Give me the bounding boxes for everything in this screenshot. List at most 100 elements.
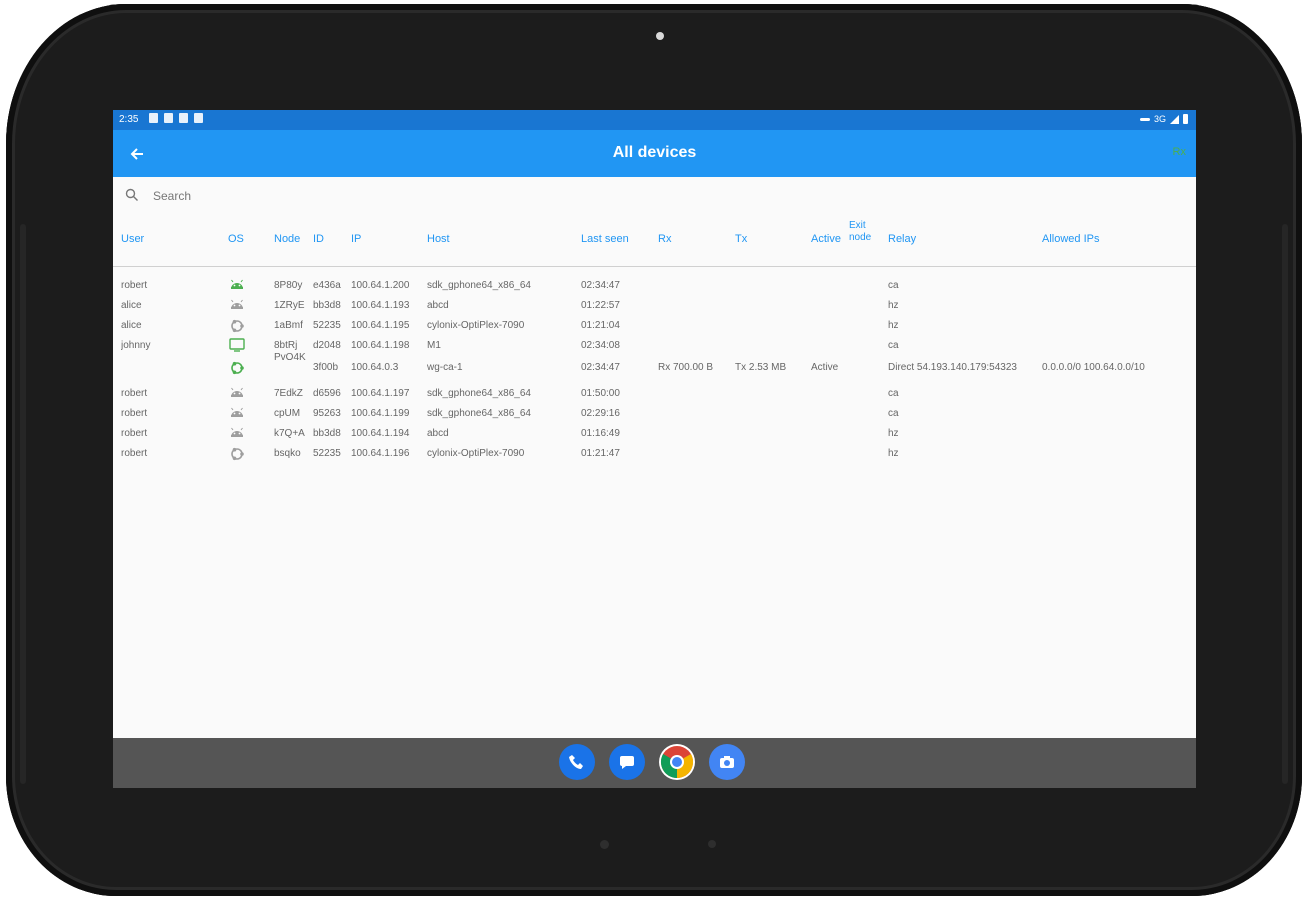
column-header-user[interactable]: User — [121, 233, 144, 245]
cell-id: 52235 — [313, 320, 341, 331]
search-bar — [123, 184, 823, 208]
cell-ip: 100.64.1.193 — [351, 300, 410, 311]
navigation-bar — [113, 738, 1196, 788]
cell-node: 7EdkZ — [274, 388, 303, 399]
cell-rx: Rx 700.00 B — [658, 362, 714, 373]
cell-user: robert — [121, 280, 148, 291]
cell-node: k7Q+A — [274, 428, 305, 439]
cell-node: 1ZRyE — [274, 300, 305, 311]
cell-relay: hz — [888, 448, 899, 459]
app-bar: All devices Rx — [113, 130, 1196, 177]
cell-relay: Direct 54.193.140.179:54323 — [888, 362, 1017, 373]
cell-last-seen: 02:29:16 — [581, 408, 620, 419]
cell-allowed-ips: 0.0.0.0/0 100.64.0.0/10 — [1042, 362, 1145, 373]
network-type: 3G — [1153, 114, 1166, 124]
column-header-exit-node[interactable]: Exit node — [849, 220, 881, 244]
column-header-id[interactable]: ID — [313, 233, 324, 245]
status-time: 2:35 — [119, 114, 139, 125]
phone-icon — [569, 755, 583, 769]
cell-user: johnny — [121, 340, 151, 351]
cell-relay: ca — [888, 388, 899, 399]
android-icon — [229, 278, 245, 293]
column-header-ip[interactable]: IP — [351, 233, 361, 245]
cell-host: cylonix-OptiPlex-7090 — [427, 320, 525, 331]
cell-last-seen: 02:34:47 — [581, 280, 620, 291]
cell-id: d6596 — [313, 388, 341, 399]
chrome-app-button[interactable] — [659, 744, 695, 780]
cell-id: 95263 — [313, 408, 341, 419]
page-title: All devices — [612, 144, 697, 161]
ubuntu-icon — [229, 360, 245, 379]
cell-node: PvO4K — [274, 352, 306, 363]
cell-node: 8P80y — [274, 280, 303, 291]
appbar-action-button[interactable]: Rx — [1173, 146, 1186, 158]
cell-id: d2048 — [313, 340, 341, 351]
search-icon — [125, 188, 138, 201]
table-row[interactable]: alice 1ZRyE bb3d8 100.64.1.193 abcd 01:22:57 h… — [113, 296, 1196, 316]
messages-app-button[interactable] — [609, 744, 645, 780]
column-header-host[interactable]: Host — [427, 233, 450, 245]
cell-ip: 100.64.1.198 — [351, 340, 410, 351]
table-row[interactable]: robert k7Q+A bb3d8 100.64.1.194 abcd 01:16:49… — [113, 424, 1196, 444]
ubuntu-icon — [229, 318, 245, 337]
cell-host: cylonix-OptiPlex-7090 — [427, 448, 525, 459]
table-row[interactable]: robert cpUM 95263 100.64.1.199 sdk_gphone64_… — [113, 404, 1196, 424]
cell-tx: Tx 2.53 MB — [735, 362, 787, 373]
cell-user: alice — [121, 320, 142, 331]
cell-ip: 100.64.1.195 — [351, 320, 410, 331]
cell-last-seen: 01:21:04 — [581, 320, 620, 331]
cell-last-seen: 01:22:57 — [581, 300, 620, 311]
cell-user: robert — [121, 448, 148, 459]
column-header-relay[interactable]: Relay — [888, 233, 916, 245]
camera-icon — [720, 756, 734, 768]
cell-user: alice — [121, 300, 142, 311]
status-bar: 2:35 3G — [113, 110, 1196, 130]
cell-last-seen: 01:50:00 — [581, 388, 620, 399]
notification-icon — [164, 113, 173, 123]
column-header-last-seen[interactable]: Last seen — [581, 233, 629, 245]
cell-host: wg-ca-1 — [427, 362, 463, 373]
search-input[interactable] — [151, 186, 755, 206]
column-header-rx[interactable]: Rx — [658, 233, 671, 245]
notification-icon — [179, 113, 188, 123]
cell-user: robert — [121, 428, 148, 439]
cell-host: sdk_gphone64_x86_64 — [427, 408, 531, 419]
cell-ip: 100.64.1.194 — [351, 428, 410, 439]
signal-icon — [1170, 114, 1179, 124]
cell-ip: 100.64.1.197 — [351, 388, 410, 399]
android-icon — [229, 406, 245, 421]
table-row[interactable]: alice 1aBmf 52235 100.64.1.195 cylonix-OptiP… — [113, 316, 1196, 336]
sd-card-icon — [194, 113, 203, 123]
column-header-allowed-ips[interactable]: Allowed IPs — [1042, 233, 1099, 245]
table-header: User OS Node ID IP Host Last seen Rx Tx … — [113, 220, 1196, 267]
table-row[interactable]: PvO4K 3f00b 100.64.0.3 wg-ca-1 02:34:47 Rx 70… — [113, 352, 1196, 379]
table-row[interactable]: robert 8P80y e436a 100.64.1.200 sdk_gphone64… — [113, 276, 1196, 296]
cell-last-seen: 02:34:47 — [581, 362, 620, 373]
camera-app-button[interactable] — [709, 744, 745, 780]
cell-relay: hz — [888, 300, 899, 311]
cell-id: 3f00b — [313, 362, 339, 373]
app-dock — [559, 744, 745, 780]
cell-relay: ca — [888, 408, 899, 419]
table-row[interactable]: robert bsqko 52235 100.64.1.196 cylonix-Opti… — [113, 444, 1196, 464]
table-row[interactable]: robert 7EdkZ d6596 100.64.1.197 sdk_gphone64… — [113, 384, 1196, 404]
cell-last-seen: 01:16:49 — [581, 428, 620, 439]
cell-id: e436a — [313, 280, 341, 291]
cell-user: robert — [121, 388, 148, 399]
bezel-edge — [20, 224, 26, 784]
messages-icon — [620, 756, 634, 769]
cell-ip: 100.64.1.196 — [351, 448, 410, 459]
battery-icon — [1183, 114, 1188, 124]
column-header-tx[interactable]: Tx — [735, 233, 747, 245]
front-camera-icon — [656, 32, 664, 40]
cell-last-seen: 02:34:08 — [581, 340, 620, 351]
android-icon — [229, 386, 245, 401]
column-header-active[interactable]: Active — [811, 233, 841, 245]
ubuntu-icon — [229, 446, 245, 465]
column-header-node[interactable]: Node — [274, 233, 300, 245]
notification-icons — [149, 113, 203, 123]
android-icon — [229, 298, 245, 313]
column-header-os[interactable]: OS — [228, 233, 244, 245]
cell-last-seen: 01:21:47 — [581, 448, 620, 459]
phone-app-button[interactable] — [559, 744, 595, 780]
